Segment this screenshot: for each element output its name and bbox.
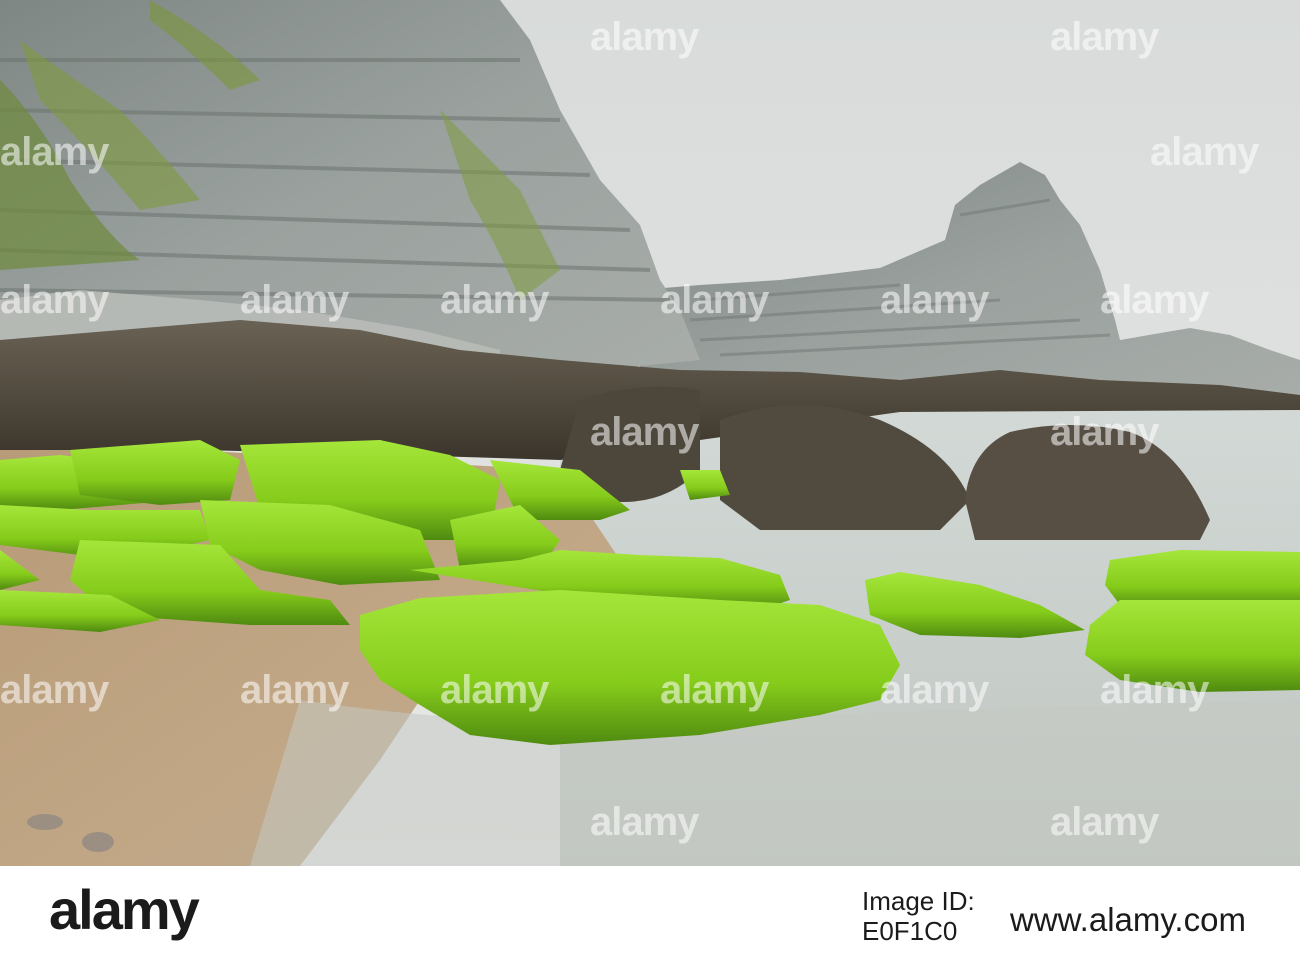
watermark-text: alamy <box>880 668 989 712</box>
site-url[interactable]: www.alamy.com <box>1010 902 1246 938</box>
watermark-text: alamy <box>440 668 549 712</box>
image-id-label: Image ID: <box>862 886 975 916</box>
watermark-text: alamy <box>0 668 109 712</box>
watermark-text: alamy <box>590 15 699 59</box>
watermark-text: alamy <box>1050 800 1159 844</box>
watermark-text: alamy <box>1100 668 1209 712</box>
alamy-logo[interactable]: alamy <box>49 880 200 940</box>
watermark-text: alamy <box>660 668 769 712</box>
watermark-text: alamy <box>590 410 699 454</box>
watermark-text: alamy <box>240 668 349 712</box>
watermark-text: alamy <box>880 278 989 322</box>
watermark-text: alamy <box>660 278 769 322</box>
stock-footer-bar: alamy Image ID: E0F1C0 www.alamy.com <box>0 866 1300 957</box>
watermark-text: alamy <box>1150 130 1259 174</box>
image-id: E0F1C0 <box>862 916 958 946</box>
watermark-text: alamy <box>0 278 109 322</box>
watermark-text: alamy <box>0 130 109 174</box>
watermark-text: alamy <box>440 278 549 322</box>
watermark-text: alamy <box>1050 15 1159 59</box>
watermark-text: alamy <box>1050 410 1159 454</box>
photo: alamy alamy alamy alamy alamy alamy alam… <box>0 0 1300 866</box>
watermark-text: alamy <box>590 800 699 844</box>
watermark-text: alamy <box>240 278 349 322</box>
watermark-text: alamy <box>1100 278 1209 322</box>
